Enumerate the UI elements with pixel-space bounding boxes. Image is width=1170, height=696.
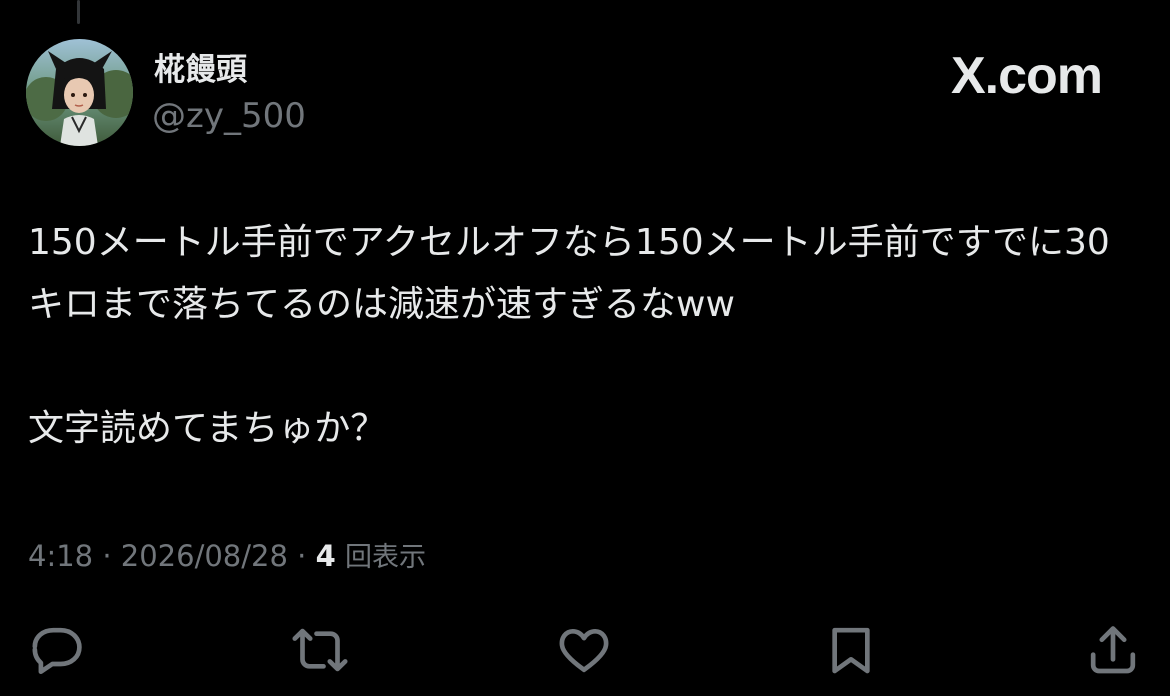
author-handle[interactable]: @zy_500 <box>152 94 306 138</box>
views-count[interactable]: 4 <box>316 539 336 573</box>
tweet-meta: 4:18 · 2026/08/28 · 4 回表示 <box>28 536 426 578</box>
views-label[interactable]: 回表示 <box>345 542 426 573</box>
reply-button[interactable] <box>28 622 86 678</box>
thread-connector-line <box>77 0 80 24</box>
meta-separator: · <box>297 539 307 573</box>
bookmark-button[interactable] <box>822 622 880 678</box>
share-button[interactable] <box>1084 622 1142 678</box>
meta-separator: · <box>102 539 112 573</box>
tweet-text: 150メートル手前でアクセルオフなら150メートル手前ですでに30キロまで落ちて… <box>28 222 1110 449</box>
tweet-action-bar <box>0 622 1170 678</box>
repost-icon <box>292 628 348 672</box>
author-display-name[interactable]: 椛饅頭 <box>154 50 247 90</box>
tweet-date[interactable]: 2026/08/28 <box>121 539 288 573</box>
x-logo-watermark: X.com <box>950 47 1103 105</box>
reply-icon <box>32 627 82 675</box>
share-icon <box>1090 626 1136 674</box>
like-button[interactable] <box>555 622 613 678</box>
repost-button[interactable] <box>291 622 349 678</box>
bookmark-icon <box>832 627 870 674</box>
tweet-time[interactable]: 4:18 <box>28 539 93 573</box>
avatar[interactable] <box>26 39 133 146</box>
like-icon <box>559 629 609 673</box>
